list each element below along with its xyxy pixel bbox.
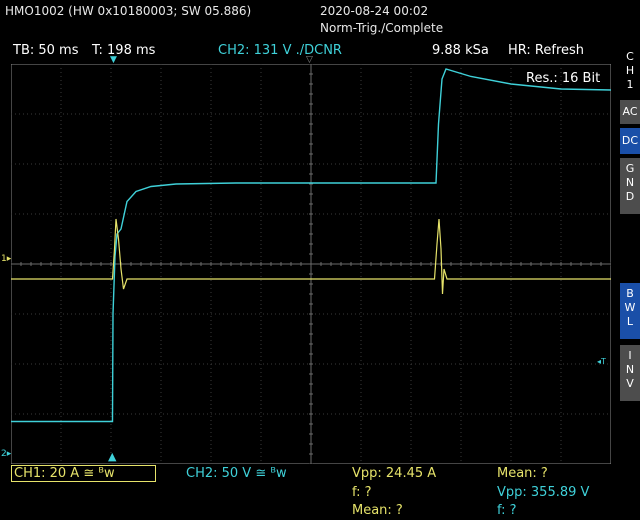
ch1-vpp: Vpp: 24.45 A — [352, 466, 437, 481]
inv-button[interactable]: I N V — [620, 345, 640, 401]
bwl-char: L — [626, 315, 634, 328]
channel-indicator: C H 1 — [620, 50, 640, 92]
trigger-source[interactable]: CH2: 131 V ./DCNR — [218, 43, 342, 58]
trigger-position-marker[interactable]: ▼ — [110, 55, 117, 65]
inv-char: V — [626, 377, 634, 390]
ac-coupling-button[interactable]: AC — [620, 100, 640, 124]
ch1-scale[interactable]: CH1: 20 A ≅ ᴮw — [14, 466, 115, 481]
gnd-char: G — [625, 162, 635, 175]
inv-char: I — [628, 349, 632, 362]
trigger-level-label: T — [601, 357, 606, 366]
channel-char: H — [625, 64, 635, 77]
bwl-char: W — [624, 301, 636, 314]
trigger-level-marker[interactable]: ◂T — [597, 357, 606, 366]
channel-char: C — [626, 50, 634, 63]
trigger-time[interactable]: T: 198 ms — [92, 43, 155, 58]
acquisition-mode[interactable]: HR: Refresh — [508, 43, 584, 58]
bwl-char: B — [626, 287, 634, 300]
ch2-frequency: f: ? — [497, 503, 517, 518]
timebase[interactable]: TB: 50 ms — [13, 43, 78, 58]
ch1-frequency: f: ? — [352, 485, 372, 500]
device-info: HMO1002 (HW 0x10180003; SW 05.886) — [5, 4, 252, 18]
bwl-button[interactable]: B W L — [620, 283, 640, 339]
ch2-level-label: 2 — [1, 449, 7, 459]
resolution: Res.: 16 Bit — [526, 71, 601, 86]
trigger-mode: Norm-Trig./Complete — [320, 21, 444, 35]
inv-char: N — [625, 363, 635, 376]
dc-coupling-button[interactable]: DC — [620, 128, 640, 154]
ch1-mean: Mean: ? — [352, 503, 403, 518]
gnd-char: N — [625, 176, 635, 189]
ch2-level-marker[interactable]: 2▸ — [1, 449, 11, 459]
datetime: 2020-08-24 00:02 — [320, 4, 429, 18]
sample-rate: 9.88 kSa — [432, 43, 489, 58]
ch2-vpp: Vpp: 355.89 V — [497, 485, 590, 500]
ch2-mean: Mean: ? — [497, 466, 548, 481]
waveform-display[interactable] — [11, 64, 611, 464]
channel-char: 1 — [626, 78, 634, 91]
ch1-level-label: 1 — [1, 254, 7, 264]
gnd-char: D — [625, 190, 635, 203]
ch2-scale[interactable]: CH2: 50 V ≅ ᴮw — [186, 466, 287, 481]
ch1-level-marker[interactable]: 1▸ — [1, 254, 11, 264]
center-marker: ▽ — [306, 55, 313, 65]
trigger-point-marker[interactable]: ▲ — [108, 450, 116, 463]
gnd-button[interactable]: G N D — [620, 158, 640, 214]
